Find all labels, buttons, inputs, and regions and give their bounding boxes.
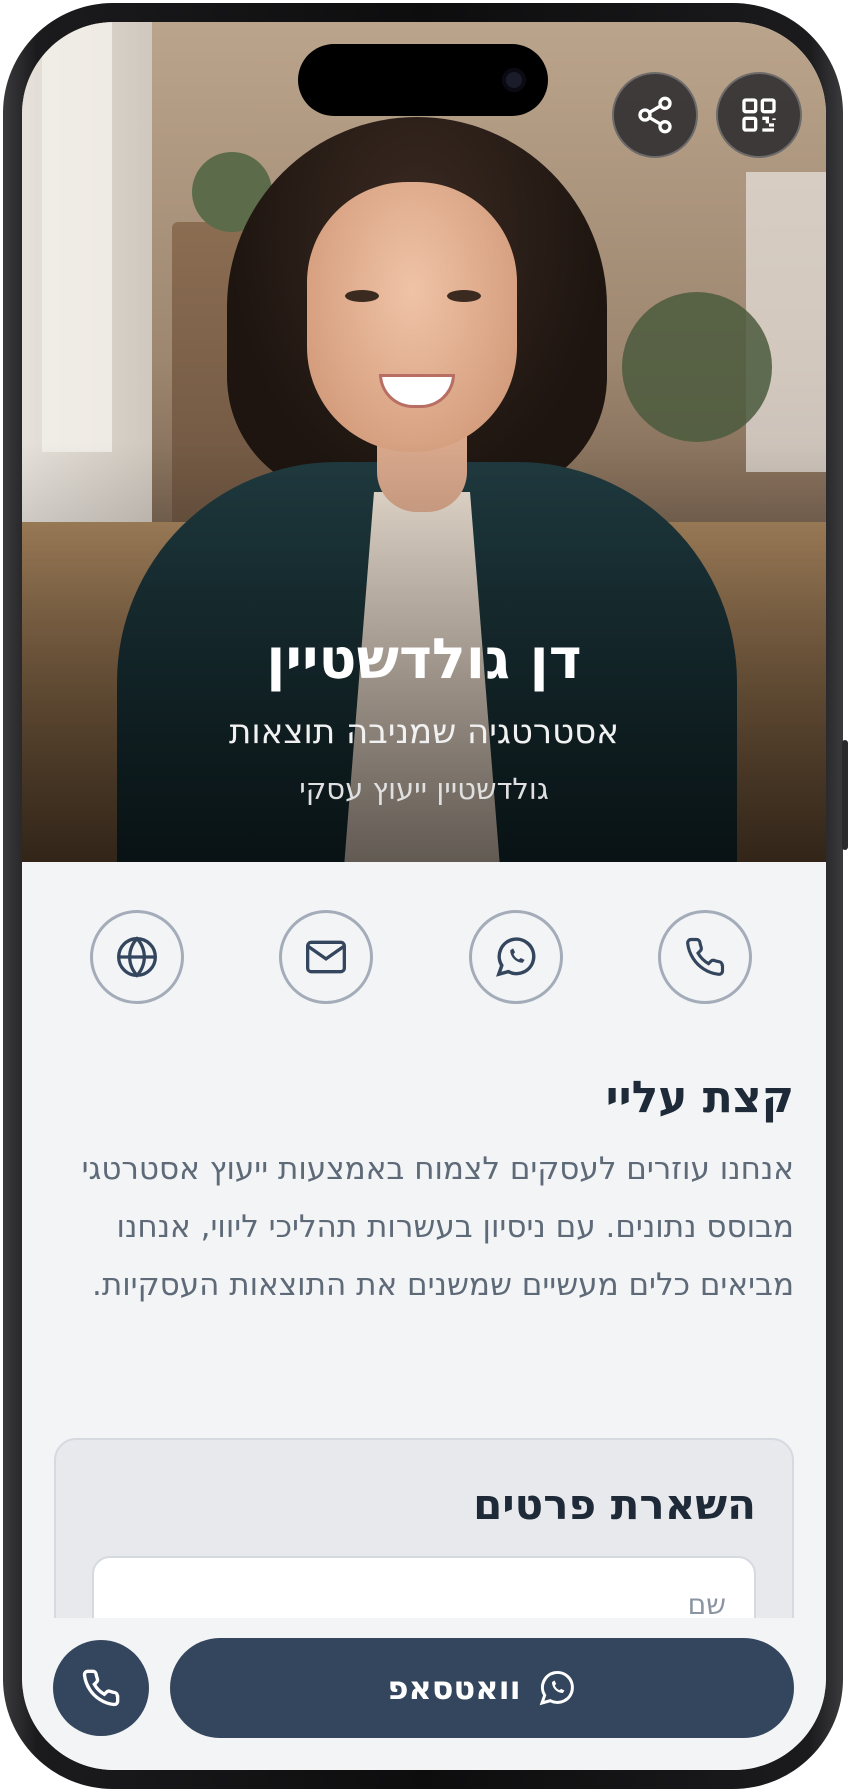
whatsapp-cta-label: וואטסאפ xyxy=(387,1669,521,1707)
about-text: אנחנו עוזרים לעסקים לצמוח באמצעות ייעוץ … xyxy=(81,1151,794,1303)
profile-tagline: אסטרטגיה שמניבה תוצאות xyxy=(229,712,619,752)
whatsapp-cta-button[interactable]: וואטסאפ xyxy=(170,1638,794,1738)
side-button xyxy=(842,740,848,850)
share-icon xyxy=(638,96,672,134)
phone-icon xyxy=(686,937,725,976)
phone-button[interactable] xyxy=(658,910,752,1004)
name-input-placeholder: שם xyxy=(687,1588,726,1621)
website-button[interactable] xyxy=(90,910,184,1004)
email-button[interactable] xyxy=(279,910,373,1004)
qr-code-icon xyxy=(742,98,776,132)
contact-actions xyxy=(22,910,826,1006)
dynamic-island xyxy=(298,44,548,116)
mail-icon xyxy=(306,940,346,974)
call-button[interactable] xyxy=(53,1640,149,1736)
globe-icon xyxy=(117,936,157,978)
screen: דן גולדשטיין אסטרטגיה שמניבה תוצאות גולד… xyxy=(22,22,826,1770)
qr-code-button[interactable] xyxy=(716,72,802,158)
whatsapp-button[interactable] xyxy=(469,910,563,1004)
phone-icon xyxy=(82,1669,120,1707)
about-title: קצת עליי xyxy=(605,1072,794,1123)
profile-name: דן גולדשטיין xyxy=(266,627,582,692)
whatsapp-icon xyxy=(496,937,536,977)
bottom-action-bar: וואטסאפ xyxy=(22,1618,826,1770)
lead-form-title: השארת פרטים xyxy=(473,1480,756,1529)
share-button[interactable] xyxy=(612,72,698,158)
whatsapp-icon xyxy=(539,1670,574,1706)
profile-company: גולדשטיין ייעוץ עסקי xyxy=(299,772,549,806)
